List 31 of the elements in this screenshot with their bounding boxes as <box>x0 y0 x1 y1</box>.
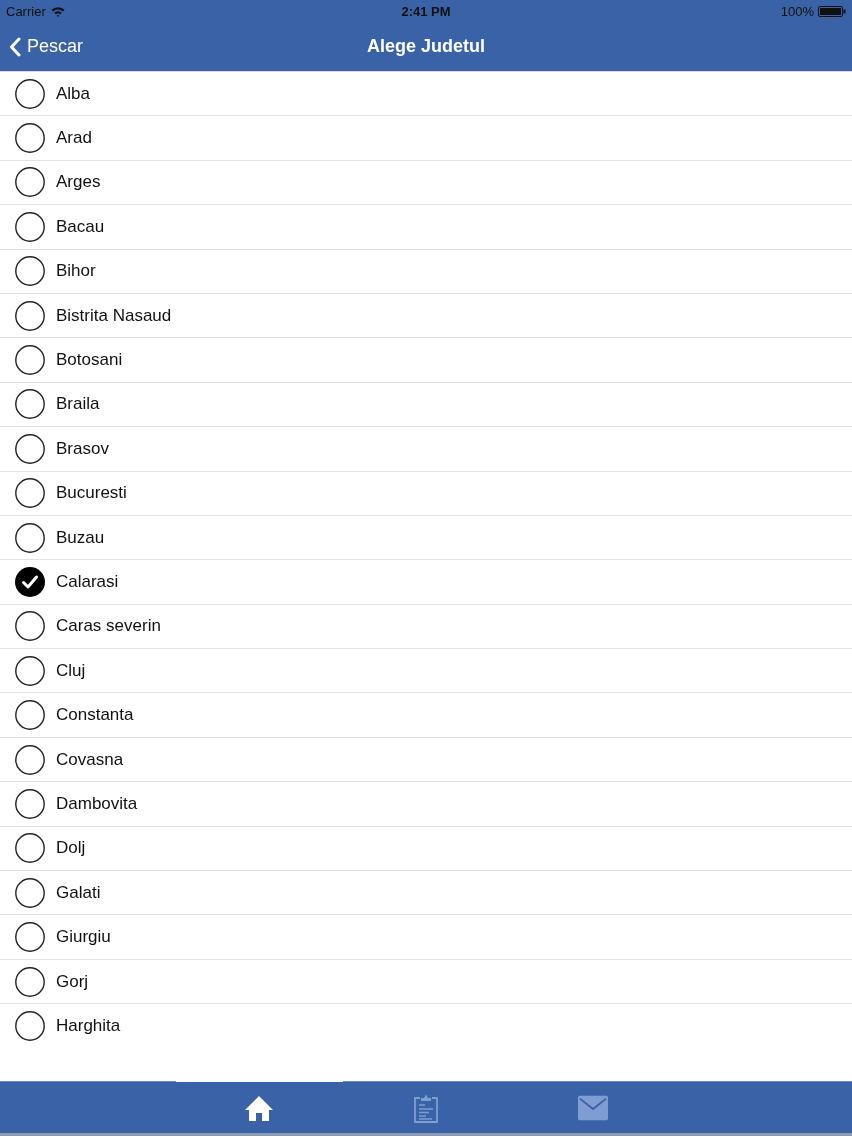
county-name: Alba <box>56 83 91 104</box>
county-name: Galati <box>56 882 101 903</box>
status-time: 2:41 PM <box>401 3 451 19</box>
county-name: Bistrita Nasaud <box>56 305 172 326</box>
county-name: Harghita <box>56 1016 121 1037</box>
wifi-icon <box>50 5 65 17</box>
county-name: Bucuresti <box>56 483 127 504</box>
county-name: Cluj <box>56 660 86 681</box>
county-name: Giurgiu <box>56 927 111 948</box>
county-name: Dolj <box>56 838 86 859</box>
back-button[interactable]: Pescar <box>0 36 84 57</box>
county-name: Brasov <box>56 438 109 459</box>
county-name: Covasna <box>56 749 124 770</box>
county-name: Calarasi <box>56 572 119 592</box>
county-name: Botosani <box>56 350 123 371</box>
carrier-label: Carrier <box>6 3 46 19</box>
county-name: Braila <box>56 394 100 415</box>
county-name: Dambovita <box>56 793 138 814</box>
county-name: Bihor <box>56 261 96 282</box>
county-name: Buzau <box>56 527 105 548</box>
battery-icon <box>818 5 846 17</box>
county-name: Bacau <box>56 216 105 237</box>
screen-title: Alege Judetul <box>367 36 485 57</box>
battery-percent: 100% <box>780 3 814 19</box>
clipboard-icon <box>411 1092 441 1123</box>
chevron-left-icon <box>9 36 21 57</box>
county-name: Arad <box>56 128 92 149</box>
county-name: Arges <box>56 172 101 193</box>
county-name: Constanta <box>56 705 134 726</box>
county-name: Caras severin <box>56 616 161 637</box>
county-name: Gorj <box>56 971 89 992</box>
